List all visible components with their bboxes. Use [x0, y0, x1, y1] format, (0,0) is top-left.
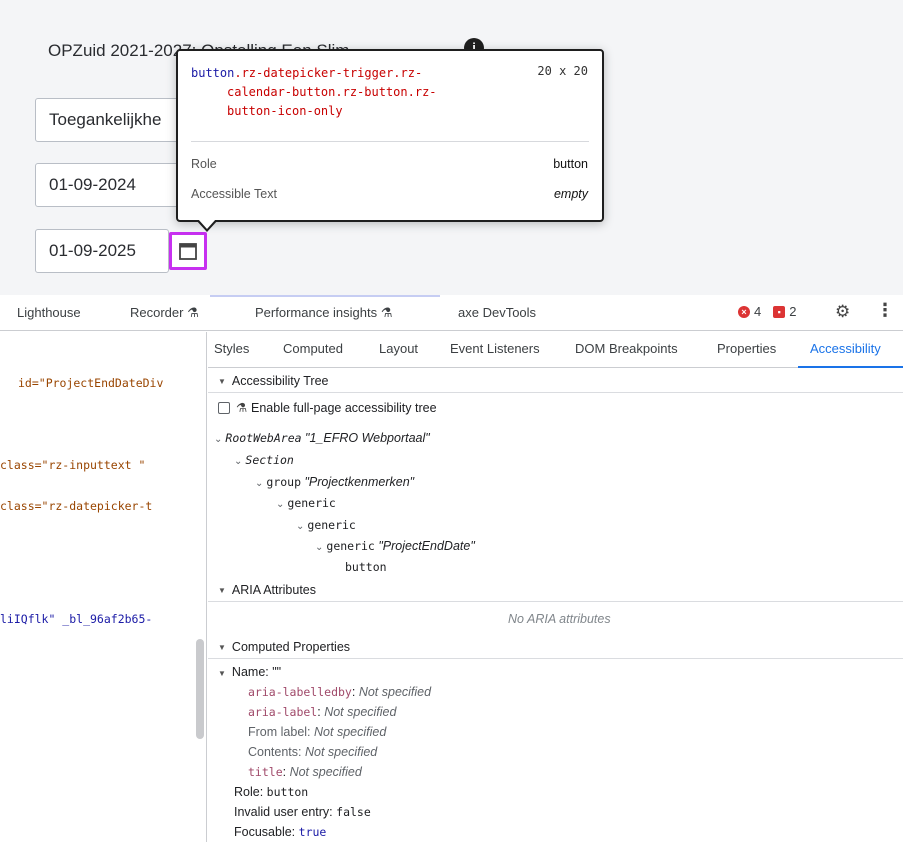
- tooltip-role-row: Role button: [191, 157, 588, 171]
- error-icon: ×: [738, 305, 750, 318]
- tab-computed[interactable]: Computed: [283, 341, 343, 356]
- aria-attributes-header[interactable]: ▼ ARIA Attributes: [208, 578, 903, 602]
- expand-triangle-icon: ▼: [218, 669, 226, 678]
- experimental-flask-icon: ⚗: [236, 401, 248, 415]
- invalid-user-entry-row: Invalid user entry: false: [234, 805, 371, 819]
- tab-dom-breakpoints[interactable]: DOM Breakpoints: [575, 341, 678, 356]
- computed-name-row[interactable]: ▼ Name: "": [218, 665, 281, 679]
- aria-label-row: aria-label: Not specified: [248, 705, 397, 719]
- tooltip-selector: button.rz-datepicker-trigger.rz- calenda…: [191, 66, 437, 118]
- issues-icon: ▪: [773, 305, 786, 318]
- tree-node-root[interactable]: ⌄ RootWebArea "1_EFRO Webportaal": [214, 431, 430, 445]
- tab-lighthouse[interactable]: Lighthouse: [17, 305, 81, 320]
- enable-full-page-checkbox-row[interactable]: ⚗ Enable full-page accessibility tree: [218, 400, 437, 415]
- accessibility-pane: ▼ Accessibility Tree ⚗ Enable full-page ac…: [208, 369, 903, 842]
- experimental-flask-icon: ⚗: [187, 305, 199, 320]
- tab-performance-insights[interactable]: Performance insights ⚗: [255, 305, 392, 321]
- tree-node-generic[interactable]: ⌄ generic: [276, 496, 336, 510]
- aria-labelledby-row: aria-labelledby: Not specified: [248, 685, 432, 699]
- tab-accessibility[interactable]: Accessibility: [810, 341, 881, 356]
- from-label-row: From label: Not specified: [248, 725, 387, 739]
- issue-count: 2: [789, 304, 797, 319]
- more-options-icon[interactable]: ⋮: [876, 300, 894, 321]
- tree-node-section[interactable]: ⌄ Section: [234, 453, 294, 467]
- issue-badges[interactable]: × 4 ▪ 2: [738, 304, 796, 319]
- computed-properties-header[interactable]: ▼ Computed Properties: [208, 635, 903, 659]
- tooltip-divider: [191, 141, 589, 142]
- dom-line[interactable]: liIQflk" _bl_96af2b65-: [0, 612, 152, 626]
- tab-axe-devtools[interactable]: axe DevTools: [458, 305, 536, 320]
- checkbox[interactable]: [218, 402, 230, 414]
- start-date-input[interactable]: 01-09-2024: [35, 163, 195, 207]
- datepicker-trigger-button[interactable]: [169, 232, 207, 270]
- scrollbar[interactable]: [196, 639, 204, 739]
- tooltip-size: 20 x 20: [537, 64, 588, 78]
- contents-row: Contents: Not specified: [248, 745, 378, 759]
- sidebar-tab-bar: Styles Computed Layout Event Listeners D…: [208, 332, 903, 368]
- tab-event-listeners[interactable]: Event Listeners: [450, 341, 540, 356]
- error-count: 4: [754, 304, 762, 319]
- experimental-flask-icon: ⚗: [380, 305, 393, 320]
- expand-triangle-icon: ▼: [218, 377, 226, 386]
- tree-node-generic-projectenddate[interactable]: ⌄ generic "ProjectEndDate": [315, 539, 475, 553]
- page-viewport: OPZuid 2021-2027: Opstelling Een Slim i …: [0, 0, 903, 295]
- accessibility-field[interactable]: Toegankelijkhe: [35, 98, 195, 142]
- expand-triangle-icon: ▼: [218, 586, 226, 595]
- role-row: Role: button: [234, 785, 309, 799]
- tooltip-accessible-text-row: Accessible Text empty: [191, 187, 588, 201]
- tab-styles[interactable]: Styles: [214, 341, 249, 356]
- title-row: title: Not specified: [248, 765, 362, 779]
- no-aria-attributes-text: No ARIA attributes: [508, 612, 611, 626]
- expand-triangle-icon: ▼: [218, 643, 226, 652]
- dom-line[interactable]: id="ProjectEndDateDiv: [18, 376, 163, 390]
- tab-properties[interactable]: Properties: [717, 341, 776, 356]
- tab-recorder[interactable]: Recorder ⚗: [130, 305, 199, 321]
- focusable-row: Focusable: true: [234, 825, 327, 839]
- devtools-tab-bar: Lighthouse Recorder ⚗ Performance insigh…: [0, 295, 903, 331]
- tree-node-generic[interactable]: ⌄ generic: [296, 518, 356, 532]
- tree-node-group[interactable]: ⌄ group "Projectkenmerken": [255, 475, 414, 489]
- end-date-input[interactable]: 01-09-2025: [35, 229, 169, 273]
- elements-dom-pane: id="ProjectEndDateDiv class="rz-inputtex…: [0, 332, 207, 842]
- tab-layout[interactable]: Layout: [379, 341, 418, 356]
- dom-line[interactable]: class="rz-inputtext ": [0, 458, 145, 472]
- settings-gear-icon[interactable]: ⚙: [835, 302, 850, 322]
- inspect-tooltip: button.rz-datepicker-trigger.rz- calenda…: [176, 49, 604, 232]
- tree-node-button[interactable]: button: [345, 560, 387, 574]
- accessibility-tree-header[interactable]: ▼ Accessibility Tree: [208, 369, 903, 393]
- calendar-icon: [179, 243, 197, 260]
- dom-line[interactable]: class="rz-datepicker-t: [0, 499, 152, 513]
